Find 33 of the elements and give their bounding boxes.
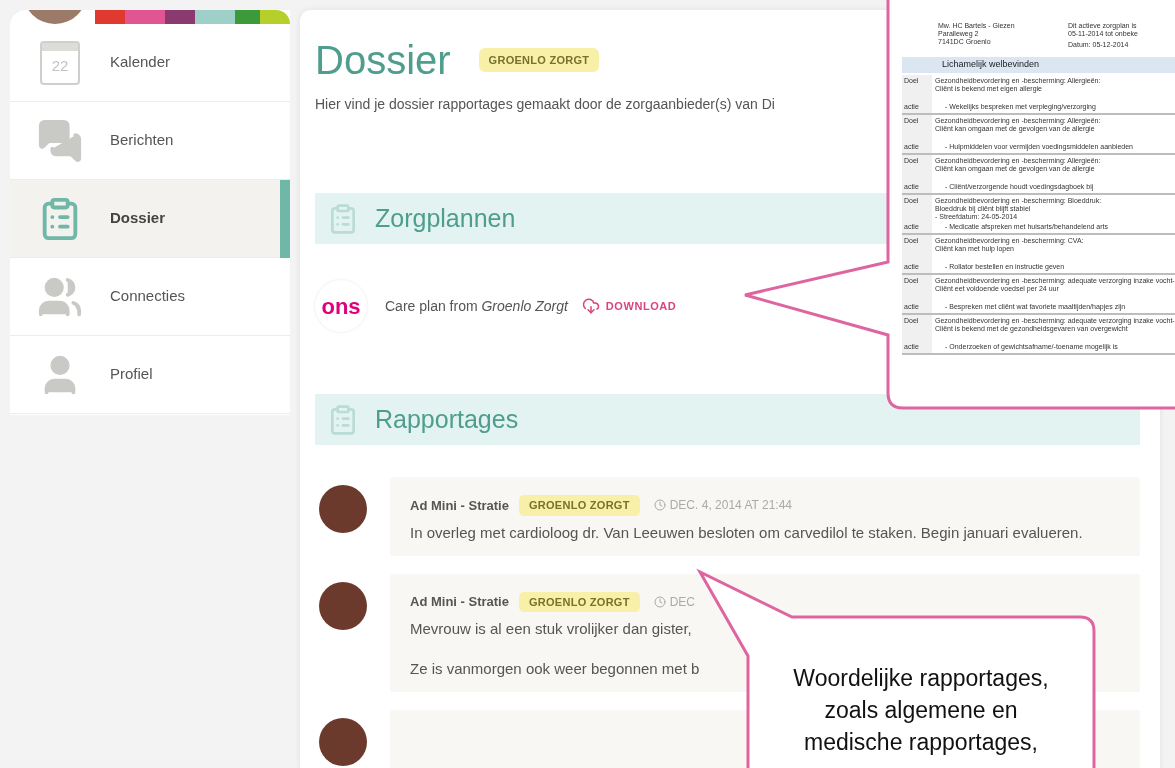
author-name: Ad Mini - Stratie [410, 496, 509, 515]
provider-badge: GROENLO ZORGT [518, 495, 640, 516]
page-title: Dossier [315, 37, 451, 84]
report-date: DEC. 4, 2014 AT 21:44 [669, 497, 792, 515]
sidebar-item[interactable]: Dossier [10, 180, 280, 258]
page-description: Hier vind je dossier rapportages gemaakt door de zorgaanbieder(s) van Di [315, 95, 775, 114]
report-date: DEC [669, 593, 696, 611]
avatar-placeholder [319, 718, 367, 766]
clock-icon [653, 499, 666, 512]
section-title: Zorgplannen [375, 202, 516, 234]
provider-logo: ons [315, 280, 367, 332]
sidebar-label: Profiel [110, 364, 153, 385]
section-bar: Lichamelijk welbevinden [902, 57, 1175, 73]
download-link[interactable]: DOWNLOAD [581, 297, 677, 315]
care-plan-text: Care plan from Groenlo Zorgt [385, 296, 568, 316]
sidebar-label: Kalender [110, 52, 171, 73]
chat-bubbles-icon [37, 117, 83, 164]
sidebar-label: Berichten [110, 130, 174, 151]
sidebar-label: Dossier [110, 208, 166, 229]
report-text: Ze is vanmorgen ook weer begonnen met b [410, 659, 700, 679]
author-name: Ad Mini - Stratie [410, 593, 509, 611]
report-text: Mevrouw is al een stuk vrolijker dan gister, [410, 619, 692, 639]
provider-badge: GROENLO ZORGT [478, 47, 600, 73]
avatar-placeholder [319, 581, 367, 630]
clock-icon [653, 595, 666, 608]
sidebar-label: Connecties [110, 286, 186, 307]
avatar-placeholder [319, 485, 367, 533]
callout-text: Woordelijke rapportages, zoals algemene en medische rapportages, [792, 664, 1050, 757]
calendar-icon: 22 [40, 40, 80, 85]
provider-badge: GROENLO ZORGT [518, 591, 640, 612]
section-title: Rapportages [375, 403, 519, 435]
report-text: In overleg met cardioloog dr. Van Leeuwen besloten om carvedilol te staken. Begin januari evalueren. [410, 522, 1083, 543]
cloud-download-icon [581, 297, 600, 315]
